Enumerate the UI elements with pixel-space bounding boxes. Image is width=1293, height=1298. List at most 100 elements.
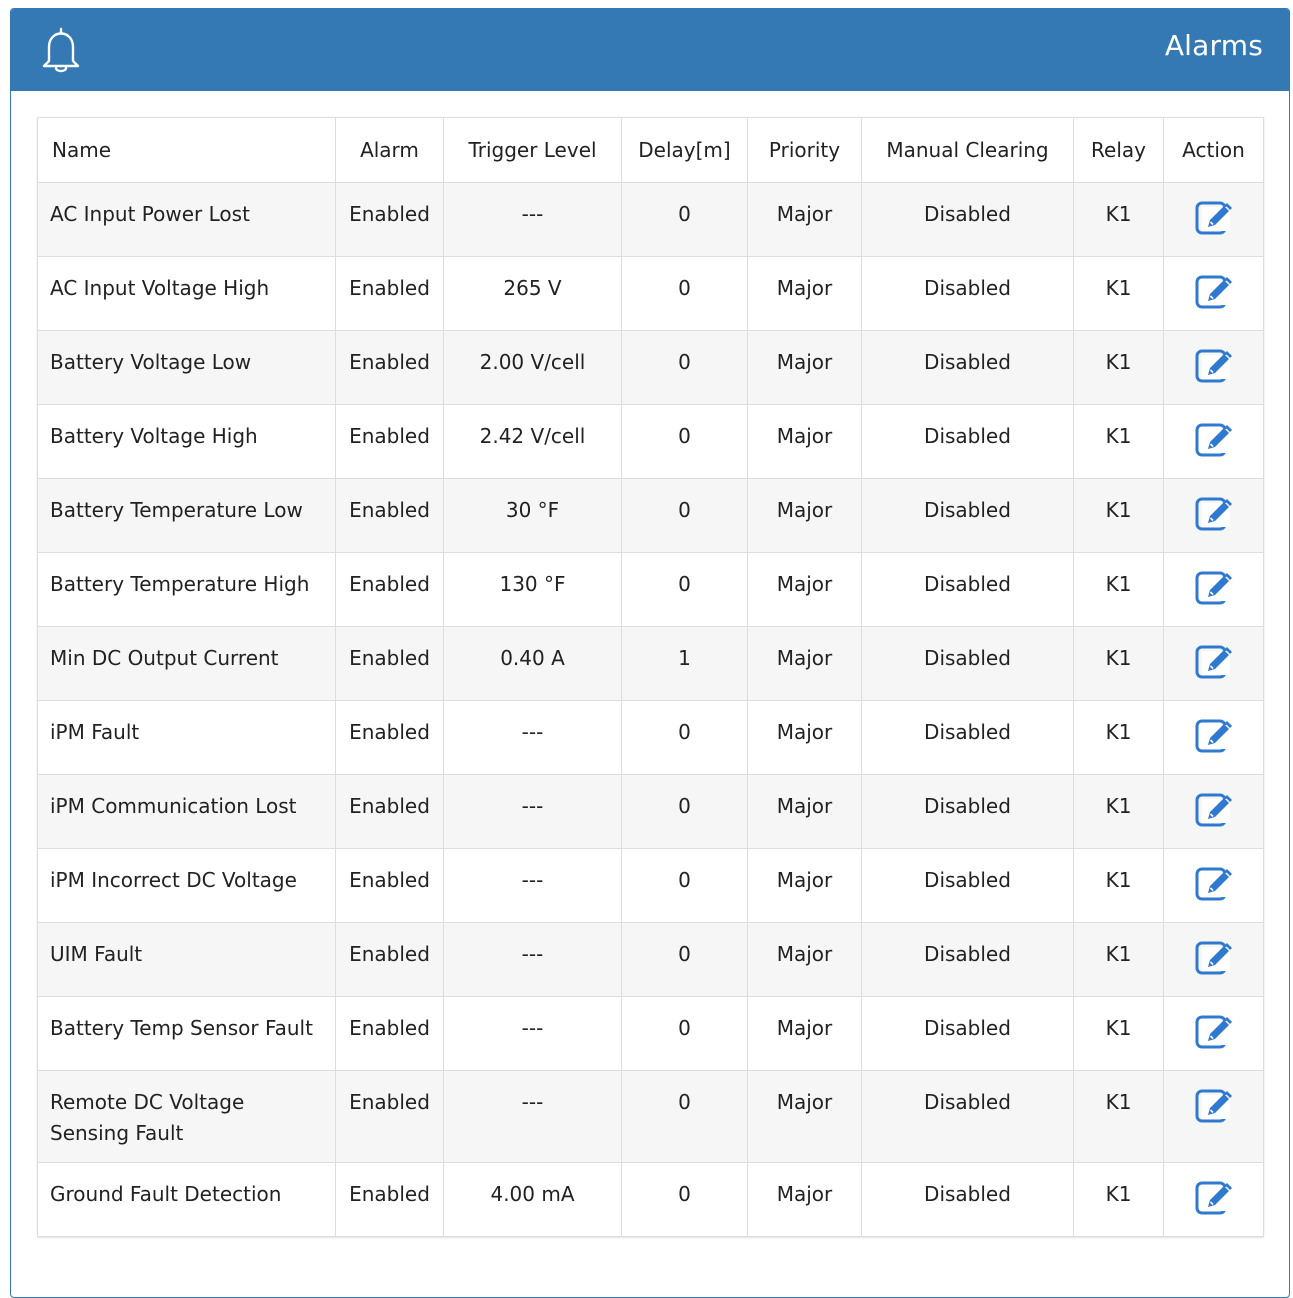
table-row: Battery Temperature Low Enabled 30 °F 0 … — [37, 478, 1264, 553]
delay-cell: 0 — [621, 996, 748, 1071]
edit-button[interactable] — [1194, 567, 1234, 607]
relay-cell: K1 — [1073, 996, 1164, 1071]
delay-cell: 0 — [621, 330, 748, 405]
relay-cell: K1 — [1073, 182, 1164, 257]
priority-cell: Major — [747, 1070, 862, 1163]
relay-cell: K1 — [1073, 848, 1164, 923]
manual-clearing-cell: Disabled — [861, 182, 1074, 257]
edit-button[interactable] — [1194, 345, 1234, 385]
action-cell — [1163, 256, 1264, 331]
trigger-level-cell: --- — [443, 182, 622, 257]
action-cell — [1163, 1162, 1264, 1237]
edit-icon[interactable] — [1194, 789, 1234, 829]
manual-clearing-cell: Disabled — [861, 922, 1074, 997]
alarm-status-cell: Enabled — [335, 774, 444, 849]
trigger-level-cell: --- — [443, 922, 622, 997]
edit-icon[interactable] — [1194, 937, 1234, 977]
edit-icon[interactable] — [1194, 493, 1234, 533]
edit-icon[interactable] — [1194, 419, 1234, 459]
relay-cell: K1 — [1073, 1070, 1164, 1163]
action-cell — [1163, 552, 1264, 627]
edit-icon[interactable] — [1194, 863, 1234, 903]
edit-button[interactable] — [1194, 493, 1234, 533]
relay-cell: K1 — [1073, 626, 1164, 701]
edit-icon[interactable] — [1194, 715, 1234, 755]
panel-header: Alarms — [11, 9, 1289, 91]
action-cell — [1163, 182, 1264, 257]
priority-cell: Major — [747, 626, 862, 701]
action-cell — [1163, 774, 1264, 849]
relay-cell: K1 — [1073, 1162, 1164, 1237]
relay-cell: K1 — [1073, 774, 1164, 849]
edit-button[interactable] — [1194, 715, 1234, 755]
alarm-name-cell: AC Input Power Lost — [37, 182, 336, 257]
alarm-name-cell: iPM Fault — [37, 700, 336, 775]
column-header-priority[interactable]: Priority — [747, 117, 862, 183]
column-header-trigger-level[interactable]: Trigger Level — [443, 117, 622, 183]
delay-cell: 0 — [621, 774, 748, 849]
manual-clearing-cell: Disabled — [861, 552, 1074, 627]
edit-icon[interactable] — [1194, 1177, 1234, 1217]
relay-cell: K1 — [1073, 552, 1164, 627]
column-header-name[interactable]: Name — [37, 117, 336, 183]
column-header-manual-clearing[interactable]: Manual Clearing — [861, 117, 1074, 183]
manual-clearing-cell: Disabled — [861, 330, 1074, 405]
table-row: Battery Voltage High Enabled 2.42 V/cell… — [37, 404, 1264, 479]
alarms-table-body: AC Input Power Lost Enabled --- 0 Major … — [37, 182, 1264, 1237]
manual-clearing-cell: Disabled — [861, 1162, 1074, 1237]
edit-button[interactable] — [1194, 1011, 1234, 1051]
manual-clearing-cell: Disabled — [861, 478, 1074, 553]
column-header-relay[interactable]: Relay — [1073, 117, 1164, 183]
table-row: Battery Temperature High Enabled 130 °F … — [37, 552, 1264, 627]
edit-icon[interactable] — [1194, 1085, 1234, 1125]
priority-cell: Major — [747, 552, 862, 627]
manual-clearing-cell: Disabled — [861, 626, 1074, 701]
alarm-status-cell: Enabled — [335, 1070, 444, 1163]
alarm-status-cell: Enabled — [335, 848, 444, 923]
delay-cell: 0 — [621, 700, 748, 775]
delay-cell: 0 — [621, 404, 748, 479]
bell-icon — [42, 27, 80, 73]
edit-icon[interactable] — [1194, 197, 1234, 237]
manual-clearing-cell: Disabled — [861, 774, 1074, 849]
alarm-status-cell: Enabled — [335, 182, 444, 257]
priority-cell: Major — [747, 700, 862, 775]
alarm-status-cell: Enabled — [335, 330, 444, 405]
edit-button[interactable] — [1194, 789, 1234, 829]
edit-icon[interactable] — [1194, 345, 1234, 385]
edit-button[interactable] — [1194, 863, 1234, 903]
trigger-level-cell: 0.40 A — [443, 626, 622, 701]
delay-cell: 0 — [621, 182, 748, 257]
column-header-delay[interactable]: Delay[m] — [621, 117, 748, 183]
edit-icon[interactable] — [1194, 641, 1234, 681]
priority-cell: Major — [747, 1162, 862, 1237]
alarm-status-cell: Enabled — [335, 256, 444, 331]
table-header-row: Name Alarm Trigger Level Delay[m] Priori… — [37, 117, 1264, 183]
manual-clearing-cell: Disabled — [861, 848, 1074, 923]
trigger-level-cell: 130 °F — [443, 552, 622, 627]
trigger-level-cell: --- — [443, 848, 622, 923]
edit-icon[interactable] — [1194, 271, 1234, 311]
alarm-name-cell: Battery Temp Sensor Fault — [37, 996, 336, 1071]
edit-button[interactable] — [1194, 937, 1234, 977]
action-cell — [1163, 848, 1264, 923]
edit-button[interactable] — [1194, 1177, 1234, 1217]
table-row: iPM Fault Enabled --- 0 Major Disabled K… — [37, 700, 1264, 775]
trigger-level-cell: --- — [443, 1070, 622, 1163]
table-row: UIM Fault Enabled --- 0 Major Disabled K… — [37, 922, 1264, 997]
priority-cell: Major — [747, 996, 862, 1071]
alarm-name-cell: Battery Voltage Low — [37, 330, 336, 405]
trigger-level-cell: --- — [443, 700, 622, 775]
edit-button[interactable] — [1194, 271, 1234, 311]
column-header-action[interactable]: Action — [1163, 117, 1264, 183]
trigger-level-cell: 265 V — [443, 256, 622, 331]
edit-icon[interactable] — [1194, 567, 1234, 607]
edit-button[interactable] — [1194, 197, 1234, 237]
column-header-alarm[interactable]: Alarm — [335, 117, 444, 183]
edit-button[interactable] — [1194, 1085, 1234, 1125]
action-cell — [1163, 922, 1264, 997]
edit-icon[interactable] — [1194, 1011, 1234, 1051]
alarms-panel: Alarms Name Alarm Trigger Level Delay[m] — [10, 8, 1290, 1298]
edit-button[interactable] — [1194, 419, 1234, 459]
edit-button[interactable] — [1194, 641, 1234, 681]
